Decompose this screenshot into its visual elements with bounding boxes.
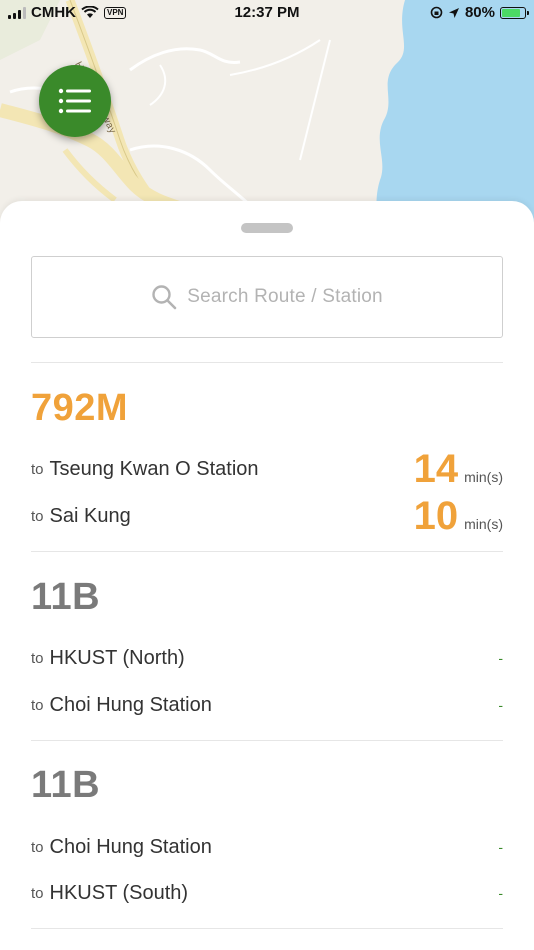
list-icon: [58, 88, 91, 114]
to-label: to: [31, 649, 44, 667]
search-input[interactable]: Search Route / Station: [31, 256, 503, 338]
destination-name: HKUST (North): [49, 646, 185, 669]
rotation-lock-icon: [430, 6, 443, 19]
route-card[interactable]: 11B to HKUST (North) - to Choi Hung Stat…: [31, 576, 503, 736]
eta-unavailable: -: [498, 839, 503, 855]
to-label: to: [31, 884, 44, 902]
status-bar: CMHK VPN 12:37 PM 80%: [0, 0, 534, 28]
status-right: 80%: [430, 4, 529, 21]
to-label: to: [31, 838, 44, 856]
route-destination-row[interactable]: to HKUST (North) -: [31, 638, 503, 678]
eta-unavailable: -: [498, 697, 503, 713]
battery-percent: 80%: [464, 4, 495, 21]
location-arrow-icon: [448, 7, 459, 18]
destination-name: Tseung Kwan O Station: [49, 457, 259, 480]
eta: 10 min(s): [414, 496, 503, 536]
search-icon: [152, 285, 177, 310]
divider: [31, 362, 503, 363]
search-placeholder: Search Route / Station: [187, 286, 383, 307]
to-label: to: [31, 696, 44, 714]
eta: 14 min(s): [414, 449, 503, 489]
route-destination-row[interactable]: to Choi Hung Station -: [31, 685, 503, 725]
to-label: to: [31, 460, 44, 478]
destination-name: Choi Hung Station: [49, 693, 212, 716]
battery-icon: [500, 6, 529, 19]
route-number: 11B: [31, 576, 101, 618]
eta-unit: min(s): [464, 516, 503, 532]
sheet-drag-handle[interactable]: [241, 223, 293, 233]
eta-minutes: 10: [413, 494, 459, 538]
route-number: 792M: [31, 387, 129, 429]
divider: [31, 551, 503, 552]
destination-name: Sai Kung: [49, 504, 131, 527]
route-card[interactable]: 792M to Tseung Kwan O Station 14 min(s) …: [31, 387, 503, 547]
divider: [31, 928, 503, 929]
route-destination-row[interactable]: to Tseung Kwan O Station 14 min(s): [31, 449, 503, 489]
eta-unavailable: -: [498, 885, 503, 901]
route-number: 11B: [31, 764, 101, 806]
route-destination-row[interactable]: to Choi Hung Station -: [31, 827, 503, 867]
route-destination-row[interactable]: to HKUST (South) -: [31, 873, 503, 913]
divider: [31, 740, 503, 741]
menu-button[interactable]: [39, 65, 111, 137]
route-destination-row[interactable]: to Sai Kung 10 min(s): [31, 496, 503, 536]
eta-unavailable: -: [498, 650, 503, 666]
eta-minutes: 14: [413, 447, 459, 491]
destination-name: Choi Hung Station: [49, 835, 212, 858]
destination-name: HKUST (South): [49, 881, 189, 904]
bottom-sheet: Search Route / Station 792M to Tseung Kw…: [0, 201, 534, 950]
route-card[interactable]: 11B to Choi Hung Station - to HKUST (Sou…: [31, 764, 503, 924]
eta-unit: min(s): [464, 469, 503, 485]
to-label: to: [31, 507, 44, 525]
